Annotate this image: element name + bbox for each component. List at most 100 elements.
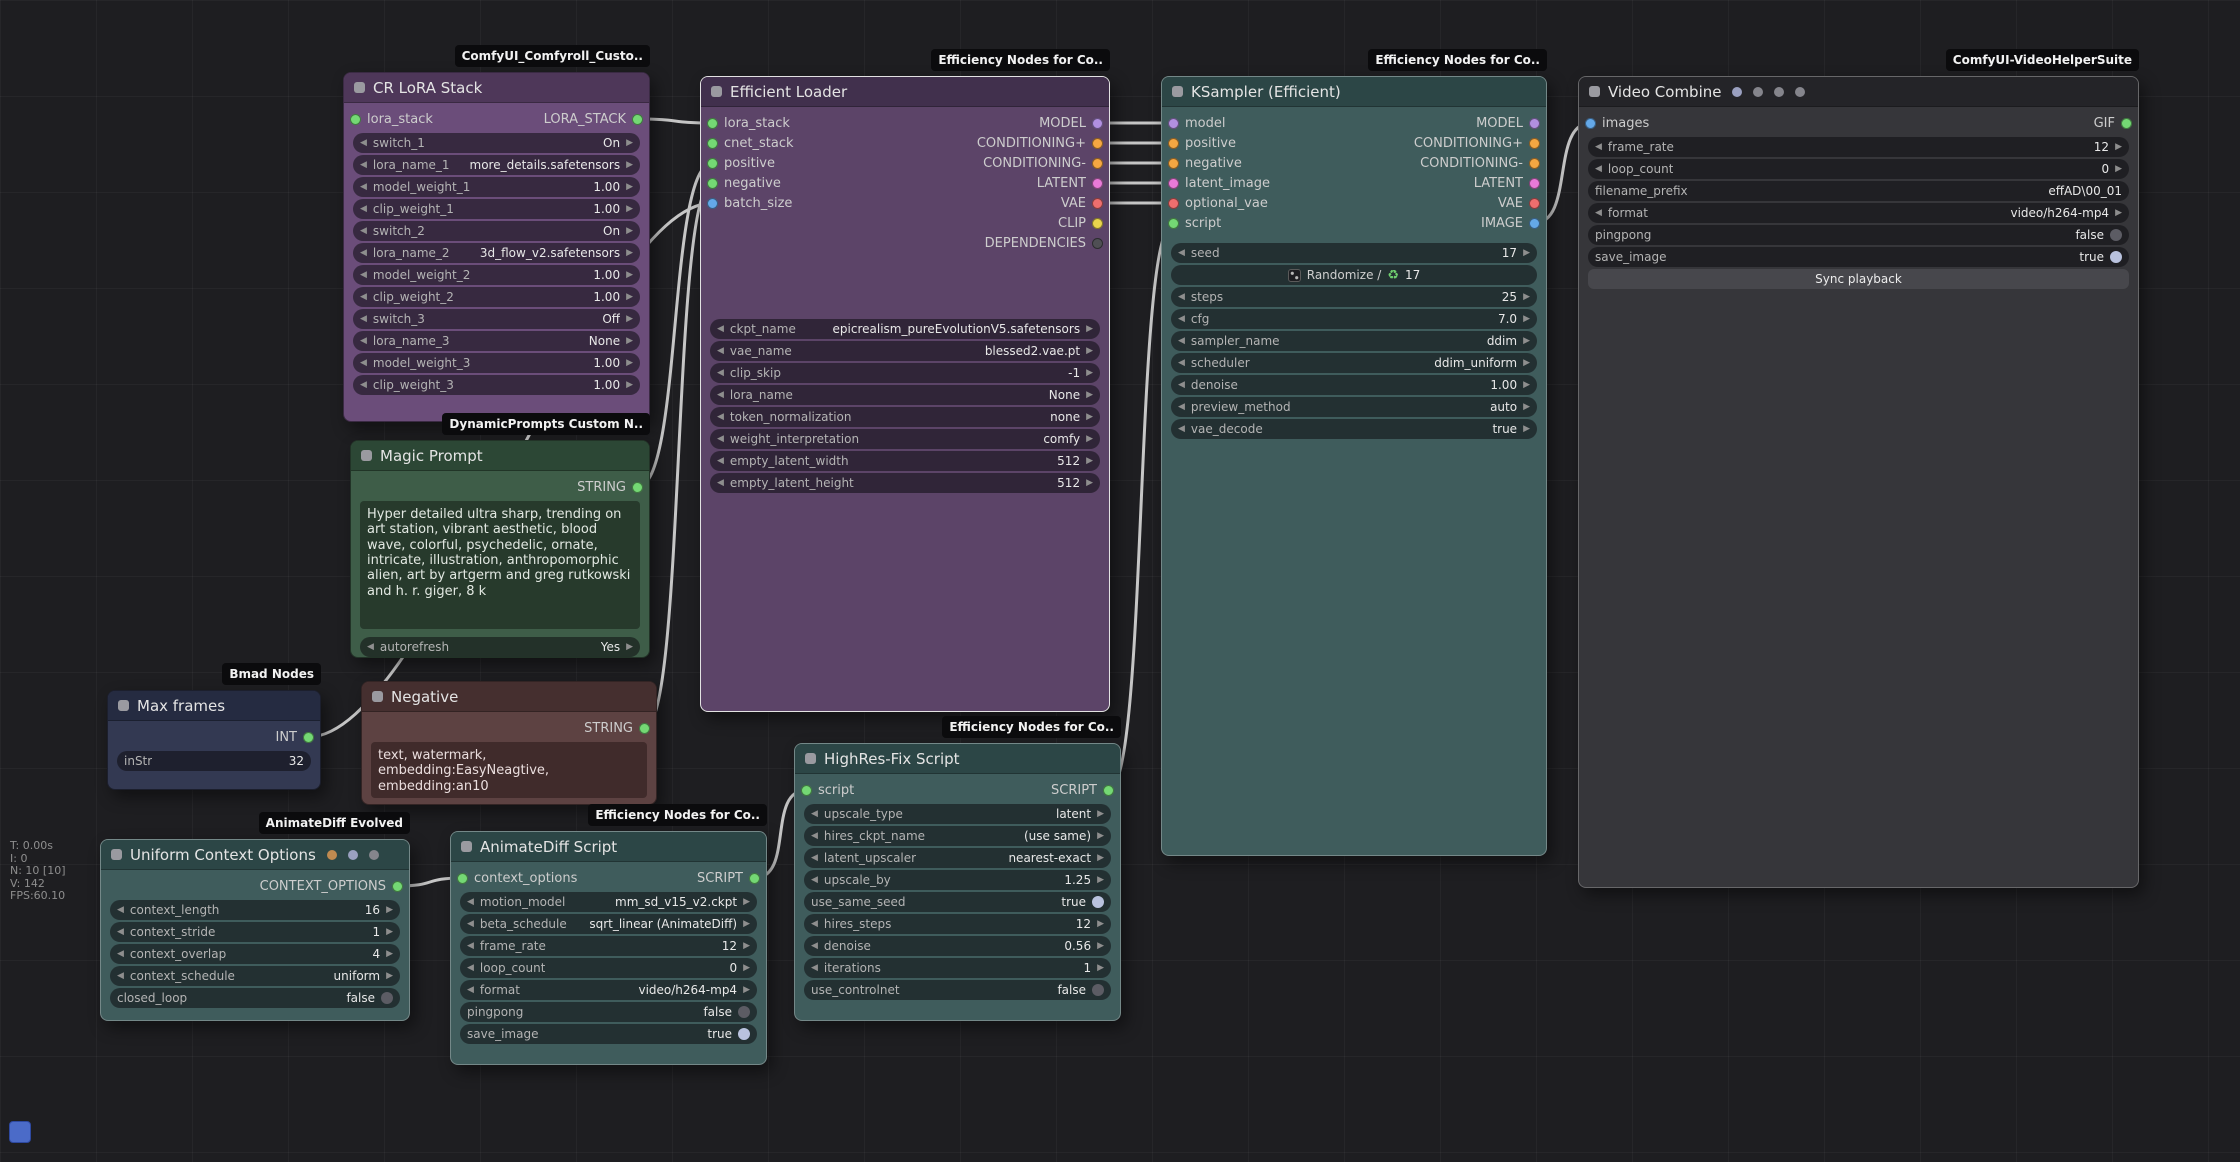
collapse-icon[interactable] <box>805 753 816 764</box>
widget-switch-3[interactable]: ◀switch_3Off▶ <box>353 309 640 329</box>
decrement-icon[interactable]: ◀ <box>717 434 724 444</box>
decrement-icon[interactable]: ◀ <box>811 875 818 885</box>
widget-filename-prefix[interactable]: filename_prefixeffAD\00_01 <box>1588 181 2129 201</box>
increment-icon[interactable]: ▶ <box>1097 831 1104 841</box>
widget-clip-skip[interactable]: ◀clip_skip-1▶ <box>710 363 1100 383</box>
decrement-icon[interactable]: ◀ <box>811 809 818 819</box>
decrement-icon[interactable]: ◀ <box>1595 164 1602 174</box>
toggle-knob[interactable] <box>1092 896 1104 908</box>
increment-icon[interactable]: ▶ <box>626 336 633 346</box>
increment-icon[interactable]: ▶ <box>626 314 633 324</box>
increment-icon[interactable]: ▶ <box>1523 248 1530 258</box>
increment-icon[interactable]: ▶ <box>1086 324 1093 334</box>
increment-icon[interactable]: ▶ <box>743 941 750 951</box>
decrement-icon[interactable]: ◀ <box>1178 358 1185 368</box>
decrement-icon[interactable]: ◀ <box>467 897 474 907</box>
decrement-icon[interactable]: ◀ <box>360 292 367 302</box>
input-slot-negative[interactable] <box>1168 158 1179 169</box>
widget-upscale-type[interactable]: ◀upscale_typelatent▶ <box>804 804 1111 824</box>
decrement-icon[interactable]: ◀ <box>717 456 724 466</box>
widget-ckpt-name[interactable]: ◀ckpt_nameepicrealism_pureEvolutionV5.sa… <box>710 319 1100 339</box>
decrement-icon[interactable]: ◀ <box>1178 314 1185 324</box>
widget-context-length[interactable]: ◀context_length16▶ <box>110 900 400 920</box>
decrement-icon[interactable]: ◀ <box>1595 208 1602 218</box>
collapse-icon[interactable] <box>1172 86 1183 97</box>
increment-icon[interactable]: ▶ <box>1523 292 1530 302</box>
increment-icon[interactable]: ▶ <box>626 160 633 170</box>
increment-icon[interactable]: ▶ <box>1097 963 1104 973</box>
widget-frame-rate[interactable]: ◀frame_rate12▶ <box>1588 137 2129 157</box>
decrement-icon[interactable]: ◀ <box>360 270 367 280</box>
input-slot-lora-stack[interactable] <box>707 118 718 129</box>
output-slot-vae[interactable] <box>1529 198 1540 209</box>
output-slot-int[interactable] <box>303 732 314 743</box>
widget-pingpong[interactable]: pingpongfalse <box>1588 225 2129 245</box>
widget-context-overlap[interactable]: ◀context_overlap4▶ <box>110 944 400 964</box>
node-cr-lora-stack[interactable]: CR LoRA Stacklora_stackLORA_STACK◀switch… <box>343 72 650 422</box>
output-slot-clip[interactable] <box>1092 218 1103 229</box>
widget-beta-schedule[interactable]: ◀beta_schedulesqrt_linear (AnimateDiff)▶ <box>460 914 757 934</box>
widget-upscale-by[interactable]: ◀upscale_by1.25▶ <box>804 870 1111 890</box>
toggle-knob[interactable] <box>2110 229 2122 241</box>
decrement-icon[interactable]: ◀ <box>811 963 818 973</box>
widget-latent-upscaler[interactable]: ◀latent_upscalernearest-exact▶ <box>804 848 1111 868</box>
toggle-knob[interactable] <box>2110 251 2122 263</box>
increment-icon[interactable]: ▶ <box>386 927 393 937</box>
decrement-icon[interactable]: ◀ <box>360 182 367 192</box>
toggle-knob[interactable] <box>738 1028 750 1040</box>
widget-save-image[interactable]: save_imagetrue <box>460 1024 757 1044</box>
decrement-icon[interactable]: ◀ <box>467 963 474 973</box>
node-textarea[interactable]: Hyper detailed ultra sharp, trending on … <box>360 501 640 629</box>
widget-model-weight-2[interactable]: ◀model_weight_21.00▶ <box>353 265 640 285</box>
decrement-icon[interactable]: ◀ <box>467 919 474 929</box>
widget-format[interactable]: ◀formatvideo/h264-mp4▶ <box>460 980 757 1000</box>
decrement-icon[interactable]: ◀ <box>717 324 724 334</box>
widget-use-same-seed[interactable]: use_same_seedtrue <box>804 892 1111 912</box>
decrement-icon[interactable]: ◀ <box>1595 142 1602 152</box>
increment-icon[interactable]: ▶ <box>743 897 750 907</box>
sync-playback-button[interactable]: Sync playback <box>1588 269 2129 289</box>
increment-icon[interactable]: ▶ <box>1086 478 1093 488</box>
increment-icon[interactable]: ▶ <box>1523 358 1530 368</box>
widget-empty-latent-height[interactable]: ◀empty_latent_height512▶ <box>710 473 1100 493</box>
output-slot-string[interactable] <box>632 482 643 493</box>
decrement-icon[interactable]: ◀ <box>360 226 367 236</box>
collapse-icon[interactable] <box>361 450 372 461</box>
input-slot-latent-image[interactable] <box>1168 178 1179 189</box>
increment-icon[interactable]: ▶ <box>2115 164 2122 174</box>
decrement-icon[interactable]: ◀ <box>360 204 367 214</box>
node-efficient-loader[interactable]: Efficient Loaderlora_stackMODELcnet_stac… <box>700 76 1110 712</box>
output-slot-latent[interactable] <box>1529 178 1540 189</box>
increment-icon[interactable]: ▶ <box>626 380 633 390</box>
increment-icon[interactable]: ▶ <box>1523 424 1530 434</box>
input-slot-script[interactable] <box>1168 218 1179 229</box>
widget-closed-loop[interactable]: closed_loopfalse <box>110 988 400 1008</box>
widget-loop-count[interactable]: ◀loop_count0▶ <box>460 958 757 978</box>
input-slot-script[interactable] <box>801 785 812 796</box>
input-slot-lora-stack[interactable] <box>350 114 361 125</box>
decrement-icon[interactable]: ◀ <box>360 314 367 324</box>
increment-icon[interactable]: ▶ <box>1097 853 1104 863</box>
toggle-knob[interactable] <box>381 992 393 1004</box>
decrement-icon[interactable]: ◀ <box>360 380 367 390</box>
output-slot-string[interactable] <box>639 723 650 734</box>
increment-icon[interactable]: ▶ <box>1086 346 1093 356</box>
widget-instr[interactable]: inStr32 <box>117 751 311 771</box>
increment-icon[interactable]: ▶ <box>1097 919 1104 929</box>
decrement-icon[interactable]: ◀ <box>367 642 374 652</box>
increment-icon[interactable]: ▶ <box>1086 368 1093 378</box>
widget-seed[interactable]: ◀seed17▶ <box>1171 243 1537 263</box>
decrement-icon[interactable]: ◀ <box>360 248 367 258</box>
collapse-icon[interactable] <box>354 82 365 93</box>
collapse-icon[interactable] <box>711 86 722 97</box>
node-ksampler[interactable]: KSampler (Efficient)modelMODELpositiveCO… <box>1161 76 1547 856</box>
decrement-icon[interactable]: ◀ <box>717 346 724 356</box>
output-slot-context-options[interactable] <box>392 881 403 892</box>
widget-denoise[interactable]: ◀denoise1.00▶ <box>1171 375 1537 395</box>
decrement-icon[interactable]: ◀ <box>360 138 367 148</box>
input-slot-images[interactable] <box>1585 118 1596 129</box>
widget-motion-model[interactable]: ◀motion_modelmm_sd_v15_v2.ckpt▶ <box>460 892 757 912</box>
widget-scheduler[interactable]: ◀schedulerddim_uniform▶ <box>1171 353 1537 373</box>
randomize-button[interactable]: Randomize /♻17 <box>1171 265 1537 285</box>
decrement-icon[interactable]: ◀ <box>467 985 474 995</box>
